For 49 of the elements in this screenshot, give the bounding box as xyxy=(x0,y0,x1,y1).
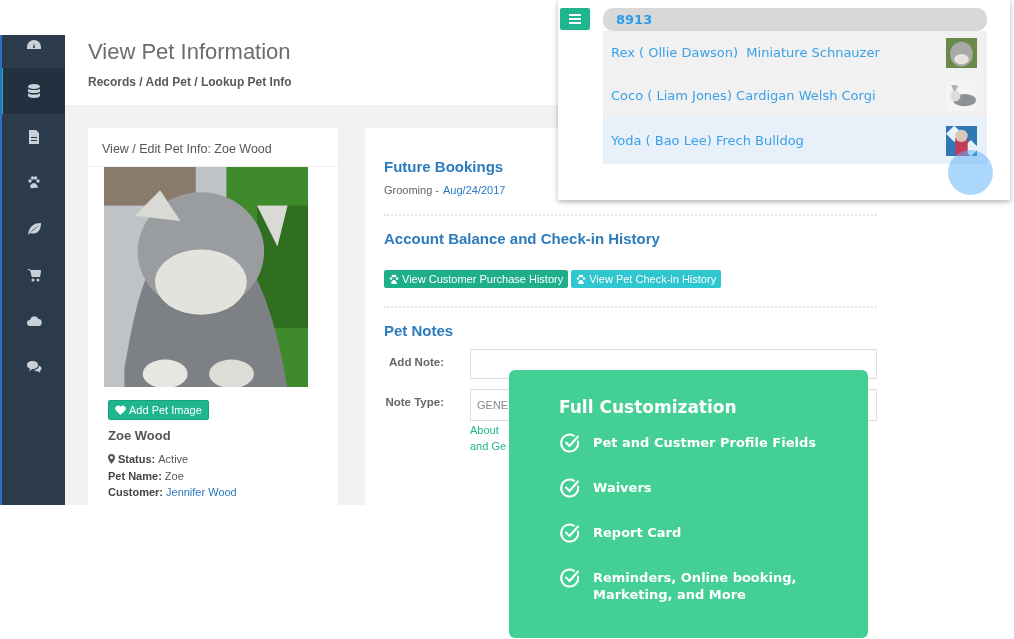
field-label: Status: xyxy=(118,452,156,467)
hint-text: and Ge xyxy=(470,439,507,454)
paw-icon xyxy=(26,175,42,191)
chat-icon xyxy=(26,359,42,375)
pet-name: Zoe Wood xyxy=(108,428,172,443)
section-heading: Account Balance and Check-in History xyxy=(384,230,661,247)
customer-link[interactable]: Jennifer Wood xyxy=(166,484,237,501)
search-result[interactable]: Yoda ( Bao Lee) Frech Bulldog xyxy=(603,117,987,164)
history-button[interactable]: View Customer Purchase History xyxy=(384,270,569,288)
field-label: Pet Name: xyxy=(108,468,162,484)
cart-icon xyxy=(26,267,42,283)
document-icon xyxy=(26,129,42,145)
field-label: Note Type: xyxy=(384,395,444,410)
menu-icon xyxy=(569,14,581,24)
page-title: View Pet Information xyxy=(88,39,291,65)
field-value: Zoe xyxy=(164,468,184,484)
field-label: Add Note: xyxy=(388,355,444,370)
search-result[interactable]: Coco ( Liam Jones) Cardigan Welsh Corgi xyxy=(603,74,987,117)
feature-text: Pet and Custmer Profile Fields xyxy=(593,434,817,451)
breadcrumb: Records / Add Pet / Lookup Pet Info xyxy=(88,75,292,89)
add-image-button[interactable]: Add Pet Image xyxy=(108,400,209,420)
search-result[interactable]: Rex ( Ollie Dawson) Miniature Schnauzer xyxy=(603,31,987,74)
check-circle-icon xyxy=(559,477,581,499)
heart-icon xyxy=(115,405,126,415)
menu-button[interactable] xyxy=(560,8,590,30)
field-value: Active xyxy=(158,452,189,467)
hint-text: About xyxy=(470,423,500,438)
search-field[interactable]: 8913 xyxy=(603,8,987,31)
touch-indicator xyxy=(948,150,993,195)
feature-text: Waivers xyxy=(593,479,653,496)
feature-text: Report Card xyxy=(593,524,683,541)
feature-text: Reminders, Online booking, Marketing, and More xyxy=(593,569,798,603)
card-title: Full Customization xyxy=(559,397,738,417)
check-circle-icon xyxy=(559,522,581,544)
leaf-icon xyxy=(26,221,42,237)
paw-icon xyxy=(389,274,399,284)
location-pin-icon xyxy=(108,454,115,465)
section-heading: Pet Notes xyxy=(384,322,455,339)
check-circle-icon xyxy=(559,432,581,454)
booking-service: Grooming - xyxy=(384,184,440,196)
booking-date-link[interactable]: Aug/24/2017 xyxy=(443,184,506,196)
sidebar-item[interactable] xyxy=(2,68,65,114)
database-icon xyxy=(26,83,42,99)
paw-icon xyxy=(576,274,587,284)
section-heading: Future Bookings xyxy=(384,158,505,175)
field-label: Customer: xyxy=(108,485,163,500)
check-circle-icon xyxy=(559,567,581,589)
cloud-icon xyxy=(26,313,42,329)
history-button[interactable]: View Pet Check-in History xyxy=(571,270,722,288)
